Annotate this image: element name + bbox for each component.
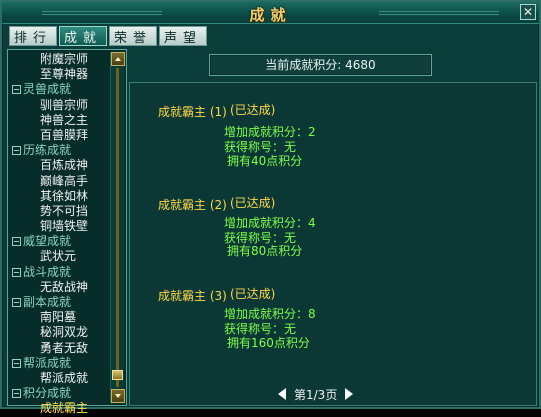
- tree-item[interactable]: 百兽膜拜: [8, 128, 110, 143]
- tab-achievements[interactable]: 成就: [59, 26, 108, 46]
- achievement-detail-panel: 成就霸主 (1) (已达成) 增加成就积分：2 获得称号：无 拥有40点积分 成…: [129, 82, 537, 406]
- tree-item[interactable]: 附魔宗师: [8, 52, 110, 67]
- next-page-icon[interactable]: [345, 388, 354, 400]
- tree-item[interactable]: 至尊神器: [8, 67, 110, 82]
- scroll-down-icon[interactable]: [111, 389, 125, 403]
- tree-item[interactable]: 其徐如林: [8, 189, 110, 204]
- tree-item[interactable]: 神兽之主: [8, 113, 110, 128]
- minus-box-icon[interactable]: [12, 85, 21, 95]
- achievement-category-panel: 附魔宗师 至尊神器 灵兽成就 驯兽宗师 神兽之主 百兽膜拜 历练成就 百炼成神 巅峰高手 其徐如林…: [7, 49, 127, 415]
- achievement-name: 成就霸主 (3): [158, 289, 227, 303]
- achievement-owned: 拥有160点积分: [227, 336, 310, 350]
- achievement-name: 成就霸主 (2): [158, 198, 227, 212]
- achievement-status: (已达成): [230, 287, 276, 301]
- tree-category[interactable]: 历练成就: [8, 143, 110, 158]
- achievement-owned: 拥有40点积分: [227, 154, 303, 168]
- tree-item[interactable]: 巅峰高手: [8, 174, 110, 189]
- close-icon[interactable]: ✕: [520, 4, 536, 20]
- tree-item[interactable]: 武状元: [8, 249, 110, 264]
- tree-category-label: 副本成就: [23, 295, 72, 310]
- tab-honor[interactable]: 荣誉: [109, 26, 158, 46]
- tree-item[interactable]: 势不可挡: [8, 204, 110, 219]
- tree-category[interactable]: 威望成就: [8, 234, 110, 249]
- tab-ranking[interactable]: 排行: [9, 26, 58, 46]
- tree-item[interactable]: 勇者无敌: [8, 341, 110, 356]
- achievement-window: 成就 ✕ 排行 成就 荣誉 声望 附魔宗师 至尊神器 灵兽成就 驯兽宗师 神兽之主 百兽膜…: [0, 0, 541, 415]
- tree-item[interactable]: 驯兽宗师: [8, 98, 110, 113]
- scroll-up-icon[interactable]: [111, 52, 125, 66]
- achievement-owned: 拥有80点积分: [227, 244, 303, 258]
- tree-item[interactable]: 铜墙铁壁: [8, 219, 110, 234]
- tree-category[interactable]: 副本成就: [8, 295, 110, 310]
- window-title: 成就: [249, 6, 292, 24]
- tab-reputation[interactable]: 声望: [159, 26, 208, 46]
- prev-page-icon[interactable]: [278, 388, 286, 400]
- minus-box-icon[interactable]: [12, 237, 21, 247]
- tree-category[interactable]: 积分成就: [8, 386, 110, 401]
- scroll-thumb[interactable]: [112, 369, 123, 380]
- tree-category-label: 威望成就: [23, 234, 72, 249]
- minus-box-icon[interactable]: [12, 298, 21, 308]
- tree-category-label: 帮派成就: [23, 355, 72, 370]
- tree-item[interactable]: 百炼成神: [8, 158, 110, 173]
- tree-category[interactable]: 帮派成就: [8, 356, 110, 371]
- minus-box-icon[interactable]: [12, 358, 21, 368]
- tree-category-label: 历练成就: [23, 143, 72, 158]
- achievement-score: 当前成就积分: 4680: [209, 54, 432, 76]
- tree-category[interactable]: 灵兽成就: [8, 82, 110, 97]
- achievement-status: (已达成): [230, 196, 276, 210]
- tree-category-label: 积分成就: [23, 386, 72, 401]
- tree-item[interactable]: 帮派成就: [8, 371, 110, 386]
- minus-box-icon[interactable]: [12, 146, 21, 156]
- achievement-tree: 附魔宗师 至尊神器 灵兽成就 驯兽宗师 神兽之主 百兽膜拜 历练成就 百炼成神 巅峰高手 其徐如林…: [8, 52, 110, 417]
- tree-category-label: 灵兽成就: [23, 82, 72, 97]
- pagination: 第1/3页: [278, 386, 354, 402]
- title-bar: 成就 ✕: [2, 2, 539, 24]
- minus-box-icon[interactable]: [12, 389, 21, 399]
- achievement-status: (已达成): [230, 103, 276, 117]
- tab-bar: 排行 成就 荣誉 声望: [9, 26, 208, 46]
- tree-category[interactable]: 战斗成就: [8, 265, 110, 280]
- tree-item[interactable]: 南阳墓: [8, 310, 110, 325]
- tree-item[interactable]: 秘洞双龙: [8, 325, 110, 340]
- minus-box-icon[interactable]: [12, 267, 21, 277]
- tree-scrollbar[interactable]: [110, 52, 125, 403]
- tree-category-label: 战斗成就: [23, 264, 72, 279]
- tree-item[interactable]: 无敌战神: [8, 280, 110, 295]
- achievement-name: 成就霸主 (1): [158, 105, 227, 119]
- scroll-track[interactable]: [116, 68, 119, 387]
- page-indicator: 第1/3页: [294, 387, 338, 402]
